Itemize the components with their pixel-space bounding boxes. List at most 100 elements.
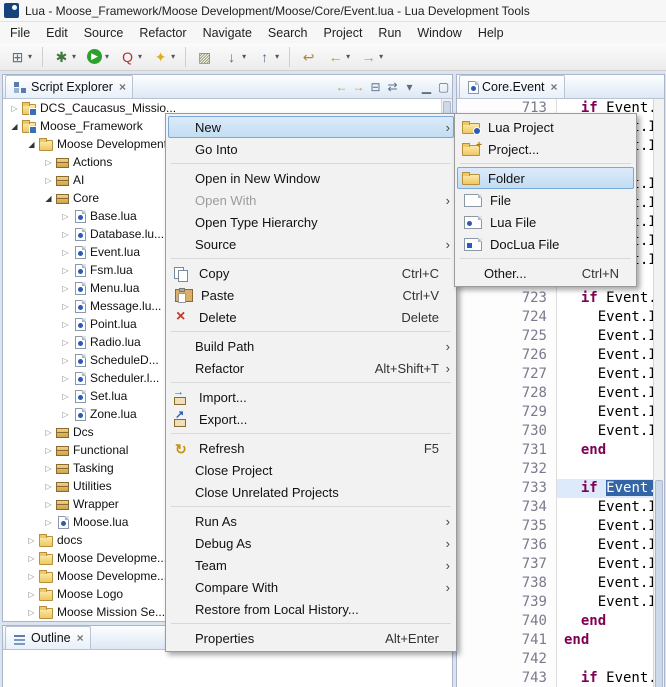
- menu-navigate[interactable]: Navigate: [195, 24, 260, 42]
- expand-arrow-icon[interactable]: ▷: [59, 356, 72, 365]
- expand-arrow-icon[interactable]: ▷: [25, 536, 38, 545]
- expand-arrow-icon[interactable]: ▷: [59, 410, 72, 419]
- line-number[interactable]: 732: [457, 460, 557, 479]
- collapse-arrow-icon[interactable]: ◢: [8, 122, 21, 131]
- code-text[interactable]: [557, 460, 653, 479]
- expand-arrow-icon[interactable]: ▷: [42, 446, 55, 455]
- link-with-editor-icon[interactable]: ⇄: [384, 80, 401, 98]
- menu-item-source[interactable]: Source›: [168, 233, 454, 255]
- menu-item-properties[interactable]: PropertiesAlt+Enter: [168, 627, 454, 649]
- menu-item-import[interactable]: Import...: [168, 386, 454, 408]
- dropdown-caret-icon[interactable]: ▾: [169, 52, 175, 61]
- menu-item-team[interactable]: Team›: [168, 554, 454, 576]
- code-text[interactable]: if Event.IniObjectCategory == Object.Cat…: [557, 289, 653, 308]
- line-number[interactable]: 737: [457, 555, 557, 574]
- line-number[interactable]: 729: [457, 403, 557, 422]
- debug-button[interactable]: ✱▾: [49, 46, 80, 68]
- menu-item-other[interactable]: Other...Ctrl+N: [457, 262, 634, 284]
- close-icon[interactable]: ×: [71, 631, 84, 645]
- tab-script-explorer[interactable]: Script Explorer ×: [5, 75, 133, 98]
- dropdown-caret-icon[interactable]: ▾: [103, 52, 109, 61]
- expand-arrow-icon[interactable]: ▷: [59, 338, 72, 347]
- dropdown-caret-icon[interactable]: ▾: [273, 52, 279, 61]
- menu-item-refactor[interactable]: RefactorAlt+Shift+T›: [168, 357, 454, 379]
- expand-arrow-icon[interactable]: ▷: [25, 590, 38, 599]
- menu-item-lua-file[interactable]: Lua File: [457, 211, 634, 233]
- line-number[interactable]: 724: [457, 308, 557, 327]
- menu-run[interactable]: Run: [370, 24, 409, 42]
- menu-item-lua-project[interactable]: Lua Project: [457, 116, 634, 138]
- back-icon[interactable]: ←: [333, 80, 350, 98]
- expand-arrow-icon[interactable]: ▷: [25, 572, 38, 581]
- code-text[interactable]: if Event.IniObjectCategory == Object.Cat…: [557, 479, 653, 498]
- menu-item-open-with[interactable]: Open With›: [168, 189, 454, 211]
- code-text[interactable]: end: [557, 441, 653, 460]
- expand-arrow-icon[interactable]: ▷: [59, 230, 72, 239]
- expand-arrow-icon[interactable]: ▷: [59, 248, 72, 257]
- last-edit-location-button[interactable]: ↩: [296, 46, 321, 68]
- code-text[interactable]: Event.IniDCSUnit = Event.initiator: [557, 498, 653, 517]
- next-annotation-button[interactable]: ↓▾: [219, 46, 250, 68]
- expand-arrow-icon[interactable]: ▷: [59, 374, 72, 383]
- line-number[interactable]: 738: [457, 574, 557, 593]
- mark-occurrences-button[interactable]: ▨: [192, 46, 217, 68]
- expand-arrow-icon[interactable]: ▷: [42, 482, 55, 491]
- menu-item-project[interactable]: Project...: [457, 138, 634, 160]
- menu-item-folder[interactable]: Folder: [457, 167, 634, 189]
- menu-item-open-in-new-window[interactable]: Open in New Window: [168, 167, 454, 189]
- code-text[interactable]: Event.IniUnit = UNIT:FindByName( Event.I…: [557, 384, 653, 403]
- expand-arrow-icon[interactable]: ▷: [59, 212, 72, 221]
- editor-scrollbar[interactable]: [653, 99, 664, 687]
- dropdown-caret-icon[interactable]: ▾: [377, 52, 383, 61]
- collapse-arrow-icon[interactable]: ◢: [42, 194, 55, 203]
- expand-arrow-icon[interactable]: ▷: [42, 464, 55, 473]
- menu-item-delete[interactable]: DeleteDelete: [168, 306, 454, 328]
- dropdown-caret-icon[interactable]: ▾: [26, 52, 32, 61]
- menu-project[interactable]: Project: [316, 24, 371, 42]
- menu-item-open-type-hierarchy[interactable]: Open Type Hierarchy: [168, 211, 454, 233]
- expand-arrow-icon[interactable]: ▷: [59, 320, 72, 329]
- menu-item-copy[interactable]: CopyCtrl+C: [168, 262, 454, 284]
- expand-arrow-icon[interactable]: ▷: [59, 392, 72, 401]
- code-text[interactable]: Event.IniCategory = Event.IniDCSUnit:get…: [557, 422, 653, 441]
- code-text[interactable]: Event.IniUnitName = Event.IniDCSUnitName: [557, 536, 653, 555]
- forward-button[interactable]: →▾: [356, 46, 387, 68]
- code-text[interactable]: end: [557, 612, 653, 631]
- menu-item-build-path[interactable]: Build Path›: [168, 335, 454, 357]
- line-number[interactable]: 728: [457, 384, 557, 403]
- menu-refactor[interactable]: Refactor: [131, 24, 194, 42]
- expand-arrow-icon[interactable]: ▷: [42, 518, 55, 527]
- code-text[interactable]: Event.IniUnit = STATIC:FindByName( Event…: [557, 555, 653, 574]
- new-wizard-button[interactable]: ⊞▾: [5, 46, 36, 68]
- close-icon[interactable]: ×: [545, 80, 558, 94]
- code-text[interactable]: [557, 650, 653, 669]
- menu-item-close-unrelated-projects[interactable]: Close Unrelated Projects: [168, 481, 454, 503]
- code-text[interactable]: Event.IniDCSUnitName = Event.IniDCSUnit:…: [557, 517, 653, 536]
- line-number[interactable]: 739: [457, 593, 557, 612]
- line-number[interactable]: 735: [457, 517, 557, 536]
- menu-item-run-as[interactable]: Run As›: [168, 510, 454, 532]
- menu-edit[interactable]: Edit: [38, 24, 76, 42]
- line-number[interactable]: 731: [457, 441, 557, 460]
- line-number[interactable]: 742: [457, 650, 557, 669]
- code-text[interactable]: Event.IniDCSGroupName = Event.IniDCSGrou…: [557, 327, 653, 346]
- forward-icon[interactable]: →: [350, 80, 367, 98]
- collapse-all-icon[interactable]: ⊟: [367, 80, 384, 98]
- collapse-arrow-icon[interactable]: ◢: [25, 140, 38, 149]
- tab-core-event[interactable]: Core.Event ×: [459, 75, 565, 98]
- code-text[interactable]: Event.IniGroup = GROUP:FindByName( Event…: [557, 365, 653, 384]
- back-button[interactable]: ←▾: [323, 46, 354, 68]
- line-number[interactable]: 733: [457, 479, 557, 498]
- code-text[interactable]: Event.IniCoalition = Event.IniDCSUnit:ge…: [557, 403, 653, 422]
- search-button[interactable]: ✦▾: [148, 46, 179, 68]
- minimize-icon[interactable]: ▁: [418, 80, 435, 98]
- expand-arrow-icon[interactable]: ▷: [25, 608, 38, 617]
- menu-item-new[interactable]: New›: [168, 116, 454, 138]
- expand-arrow-icon[interactable]: ▷: [25, 554, 38, 563]
- expand-arrow-icon[interactable]: ▷: [42, 158, 55, 167]
- line-number[interactable]: 723: [457, 289, 557, 308]
- menu-window[interactable]: Window: [409, 24, 469, 42]
- line-number[interactable]: 730: [457, 422, 557, 441]
- menu-source[interactable]: Source: [76, 24, 132, 42]
- code-text[interactable]: Event.IniGroupName = Event.IniDCSGroupNa…: [557, 346, 653, 365]
